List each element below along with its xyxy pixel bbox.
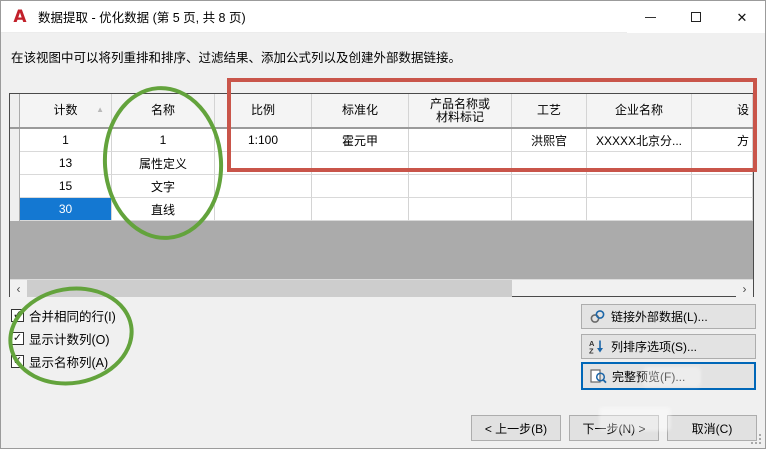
checkbox-option-2[interactable]: ✓ 显示计数列(O) [11, 327, 116, 350]
autocad-logo-icon: A [13, 6, 27, 27]
table-cell[interactable]: 文字 [112, 175, 215, 198]
grid-header-row: 计数 ▲ 名称 比例 标准化 产品名称或 材料标记 工艺 企业名称设 [10, 94, 753, 129]
next-button[interactable]: 下一步(N) > [569, 415, 659, 441]
table-cell[interactable] [215, 175, 312, 198]
column-header-6[interactable]: 工艺 [512, 94, 587, 127]
table-cell[interactable] [409, 129, 512, 152]
scroll-left-arrow-icon[interactable]: ‹ [10, 280, 27, 297]
scroll-right-arrow-icon[interactable]: › [736, 280, 753, 297]
row-gutter [10, 129, 20, 152]
maximize-icon [691, 12, 701, 22]
row-gutter [10, 175, 20, 198]
table-cell[interactable]: 15 [20, 175, 112, 198]
grid-empty-area [10, 221, 753, 279]
table-row: 30 直线 [10, 198, 753, 221]
checkbox-label: 显示计数列(O) [29, 333, 110, 347]
table-cell[interactable]: 属性定义 [112, 152, 215, 175]
table-cell[interactable]: 洪熙官 [512, 129, 587, 152]
row-gutter [10, 152, 20, 175]
table-cell[interactable]: 1:100 [215, 129, 312, 152]
cancel-button[interactable]: 取消(C) [667, 415, 757, 441]
sort-columns-options-button[interactable]: A Z 列排序选项(S)... [581, 334, 756, 359]
table-row: 13 属性定义 [10, 152, 753, 175]
svg-text:Z: Z [589, 347, 594, 355]
table-row: 1 1 1:100 霍元甲 洪熙官 XXXXX北京分... 方 [10, 129, 753, 152]
row-gutter [10, 198, 20, 221]
button-label: 完整预览(F)... [612, 369, 686, 384]
column-header-4[interactable]: 标准化 [312, 94, 409, 127]
sort-ascending-icon: ▲ [96, 105, 104, 114]
link-external-data-button[interactable]: 链接外部数据(L)... [581, 304, 756, 329]
table-cell[interactable] [692, 152, 753, 175]
table-cell[interactable] [312, 152, 409, 175]
preview-icon [589, 368, 607, 384]
table-cell[interactable] [312, 175, 409, 198]
table-cell[interactable] [692, 175, 753, 198]
table-cell[interactable]: 13 [20, 152, 112, 175]
column-header-5[interactable]: 产品名称或 材料标记 [409, 94, 512, 127]
back-button[interactable]: < 上一步(B) [471, 415, 561, 441]
table-cell[interactable] [512, 175, 587, 198]
checkbox-icon: ✓ [11, 332, 24, 345]
scrollbar-thumb[interactable] [27, 280, 512, 297]
table-row: 15 文字 [10, 175, 753, 198]
column-header-7[interactable]: 企业名称 [587, 94, 692, 127]
titlebar: A 数据提取 - 优化数据 (第 5 页, 共 8 页) ✕ [1, 1, 765, 33]
data-grid: 计数 ▲ 名称 比例 标准化 产品名称或 材料标记 工艺 企业名称设 1 1 1:100 霍元甲 洪熙… [9, 93, 754, 297]
window-controls: ✕ [627, 1, 765, 33]
minimize-icon [644, 16, 656, 18]
instruction-text: 在该视图中可以将列重排和排序、过滤结果、添加公式列以及创建外部数据链接。 [11, 51, 462, 65]
table-cell[interactable] [692, 198, 753, 221]
link-icon [588, 309, 606, 325]
checkbox-icon: ✓ [11, 309, 24, 322]
close-icon: ✕ [736, 9, 748, 25]
table-cell[interactable] [587, 152, 692, 175]
table-cell[interactable]: 直线 [112, 198, 215, 221]
horizontal-scrollbar[interactable]: ‹ › [10, 279, 753, 297]
table-cell[interactable]: XXXXX北京分... [587, 129, 692, 152]
data-extraction-dialog: A 数据提取 - 优化数据 (第 5 页, 共 8 页) ✕ 在该视图中可以将列… [0, 0, 766, 449]
table-cell[interactable]: 1 [112, 129, 215, 152]
checkbox-icon: ✓ [11, 355, 24, 368]
checkbox-label: 合并相同的行(I) [29, 310, 116, 324]
close-button[interactable]: ✕ [719, 1, 765, 33]
row-gutter [10, 94, 20, 127]
maximize-button[interactable] [673, 1, 719, 33]
table-cell[interactable] [215, 198, 312, 221]
table-cell[interactable]: 霍元甲 [312, 129, 409, 152]
full-preview-button[interactable]: 完整预览(F)... [581, 362, 756, 390]
table-cell[interactable] [587, 198, 692, 221]
checkbox-option-3[interactable]: ✓ 显示名称列(A) [11, 350, 116, 373]
column-header-8[interactable]: 设 [692, 94, 753, 127]
window-title: 数据提取 - 优化数据 (第 5 页, 共 8 页) [38, 11, 246, 25]
table-cell[interactable] [215, 152, 312, 175]
options-group: ✓ 合并相同的行(I) ✓ 显示计数列(O) ✓ 显示名称列(A) [11, 304, 116, 373]
table-cell[interactable] [512, 198, 587, 221]
button-label: 列排序选项(S)... [611, 340, 697, 354]
grid-body: 1 1 1:100 霍元甲 洪熙官 XXXXX北京分... 方 13 属性定义 15 文字 30 直线 [10, 129, 753, 221]
table-cell[interactable]: 30 [20, 198, 112, 221]
checkbox-option-1[interactable]: ✓ 合并相同的行(I) [11, 304, 116, 327]
table-cell[interactable] [409, 175, 512, 198]
column-header-1[interactable]: 计数 ▲ [20, 94, 112, 127]
column-header-3[interactable]: 比例 [215, 94, 312, 127]
table-cell[interactable] [409, 198, 512, 221]
button-label: 链接外部数据(L)... [611, 310, 708, 324]
table-cell[interactable]: 方 [692, 129, 753, 152]
table-cell[interactable] [587, 175, 692, 198]
table-cell[interactable]: 1 [20, 129, 112, 152]
table-cell[interactable] [512, 152, 587, 175]
minimize-button[interactable] [627, 1, 673, 33]
column-header-2[interactable]: 名称 [112, 94, 215, 127]
table-cell[interactable] [312, 198, 409, 221]
table-cell[interactable] [409, 152, 512, 175]
checkbox-label: 显示名称列(A) [29, 356, 109, 370]
sort-az-icon: AZ [588, 339, 606, 355]
